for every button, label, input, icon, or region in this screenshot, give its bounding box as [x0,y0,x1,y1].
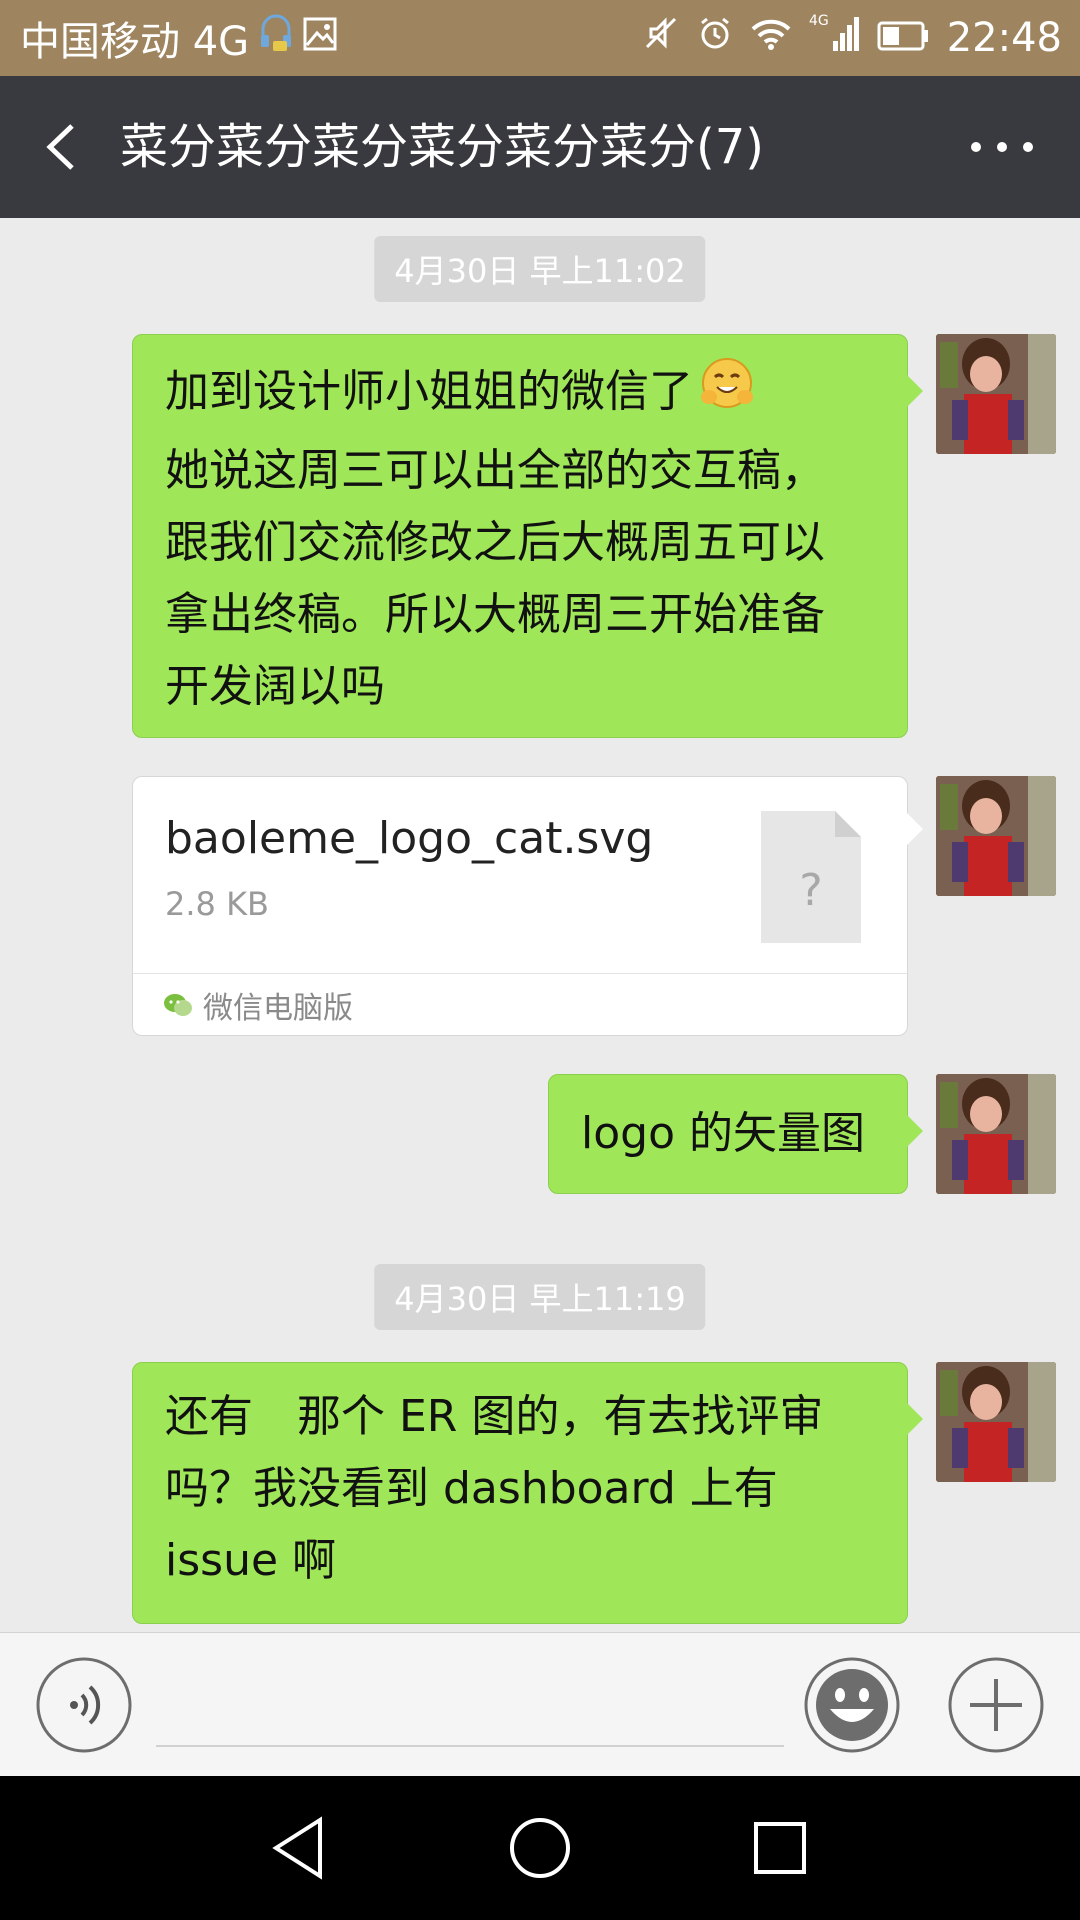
message-input-bar [0,1632,1080,1777]
svg-text:?: ? [799,865,822,916]
battery-icon [877,15,929,61]
status-bar: 中国移动 4G 4G 22:48 [0,0,1080,76]
signal-icon: 4G [809,11,859,65]
message-line: 拿出终稿。所以大概周三开始准备 [165,589,825,640]
timestamp: 4月30日 早上11:19 [374,1264,706,1330]
nav-home-button[interactable] [504,1812,576,1884]
nav-back-icon [272,1816,322,1880]
wechat-pc-icon [163,990,193,1020]
voice-button[interactable] [36,1657,132,1753]
avatar[interactable] [936,776,1056,896]
message-bubble[interactable]: 还有 那个 ER 图的，有去找评审 吗？我没看到 dashboard 上有 is… [132,1362,923,1624]
file-size: 2.8 KB [165,885,269,923]
emoji-icon [804,1657,900,1753]
more-actions-button[interactable] [948,1657,1044,1753]
nav-recents-icon [754,1822,806,1874]
file-source-footer: 微信电脑版 [133,973,907,1036]
message-line: 加到设计师小姐姐的微信了 [165,366,693,417]
more-button[interactable] [962,112,1042,182]
more-dots-icon [971,142,1033,152]
message-line: 还有 那个 ER 图的，有去找评审 [165,1391,824,1442]
timestamp: 4月30日 早上11:02 [374,236,706,302]
file-message-card[interactable]: baoleme_logo_cat.svg 2.8 KB ? 微信电脑版 [132,776,923,1036]
nav-back-button[interactable] [264,1812,336,1884]
voice-icon [36,1657,132,1753]
chat-messages[interactable]: 4月30日 早上11:02 加到设计师小姐姐的微信了 她说这周三可以出全部的交互… [0,218,1080,1632]
unknown-file-icon: ? [759,809,863,945]
file-source-label: 微信电脑版 [203,991,353,1026]
emoji-button[interactable] [804,1657,900,1753]
image-icon [303,15,337,61]
avatar[interactable] [936,1074,1056,1194]
alarm-icon [697,15,733,61]
svg-text:4G: 4G [809,13,829,29]
message-line: 她说这周三可以出全部的交互稿， [165,445,825,496]
nav-recents-button[interactable] [744,1812,816,1884]
avatar[interactable] [936,1362,1056,1482]
back-arrow-icon [46,124,74,170]
file-name: baoleme_logo_cat.svg [165,813,654,864]
wifi-icon [751,15,791,61]
headset-icon [259,13,293,63]
message-line: 开发阔以吗 [165,661,385,712]
message-line: 吗？我没看到 dashboard 上有 [165,1463,778,1514]
system-nav-bar [0,1776,1080,1920]
chat-header: 菜分菜分菜分菜分菜分菜分(7) [0,76,1080,218]
back-button[interactable] [30,112,100,182]
message-line: logo 的矢量图 [581,1108,865,1159]
mute-icon [643,15,679,61]
message-text-input[interactable] [156,1663,784,1747]
message-bubble[interactable]: 加到设计师小姐姐的微信了 她说这周三可以出全部的交互稿， 跟我们交流修改之后大概… [132,334,923,738]
message-bubble[interactable]: logo 的矢量图 [548,1074,923,1194]
nav-home-icon [510,1818,570,1878]
avatar[interactable] [936,334,1056,454]
chat-title: 菜分菜分菜分菜分菜分菜分(7) [120,119,764,175]
smile-hands-emoji-icon [697,353,757,435]
status-time: 22:48 [946,15,1062,61]
carrier-label: 中国移动 4G [20,19,250,65]
message-line: 跟我们交流修改之后大概周五可以 [165,517,825,568]
message-line: issue 啊 [165,1535,337,1586]
plus-icon [948,1657,1044,1753]
